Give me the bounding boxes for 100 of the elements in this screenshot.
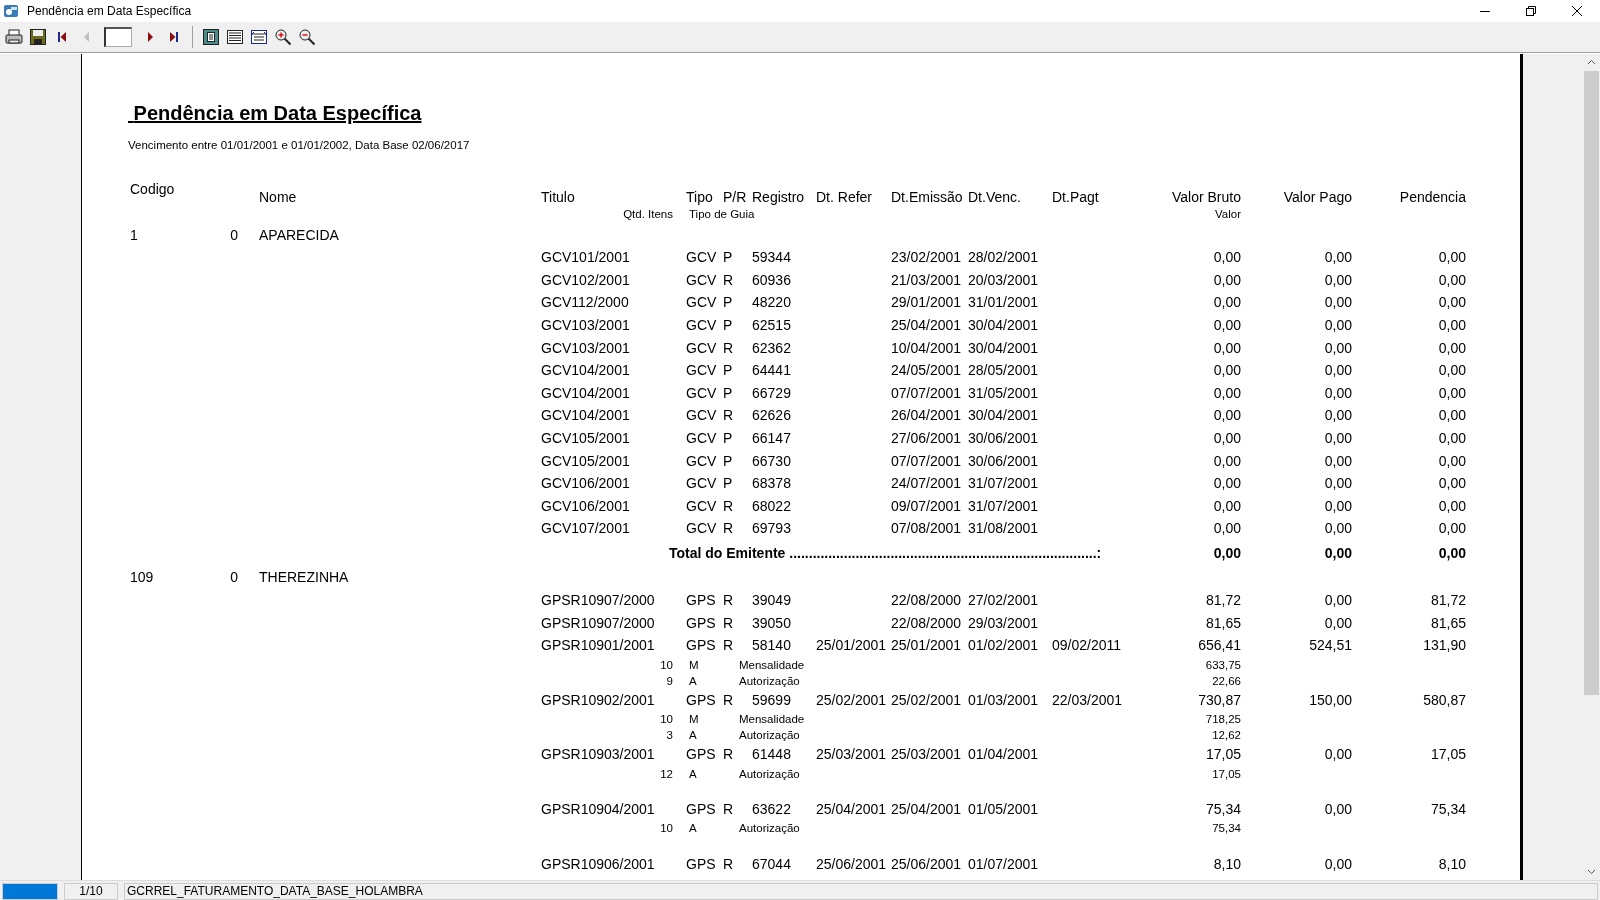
table-cell-text: P <box>723 317 734 334</box>
table-cell-text: 0,00 <box>1437 520 1466 537</box>
column-header: Valor Pago <box>1282 189 1352 205</box>
table-cell-text: 66147 <box>752 430 792 447</box>
table-cell-text: 07/07/2001 <box>891 384 963 401</box>
printer-icon <box>5 28 23 46</box>
table-cell-text: 31/07/2001 <box>968 475 1040 492</box>
table-cell-text: 0,00 <box>1212 294 1241 311</box>
table-cell-text: 3 <box>665 729 673 742</box>
table-cell-text: 31/08/2001 <box>968 520 1040 537</box>
table-cell-text: 63622 <box>752 801 792 817</box>
table-cell-text: 58140 <box>752 637 792 654</box>
table-cell-text: 109 <box>130 569 155 586</box>
table-cell-text: 27/02/2001 <box>968 592 1040 608</box>
table-cell-text: GCV101/2001 <box>541 249 631 266</box>
table-cell-text: GPS <box>686 637 717 654</box>
table-cell-text: 01/03/2001 <box>968 691 1040 708</box>
table-cell-text: 0,00 <box>1437 544 1466 561</box>
table-cell-text: GCV <box>686 520 718 537</box>
table-cell-text: GCV <box>686 317 718 334</box>
column-header: P/R <box>723 189 748 205</box>
table-cell-text: 0,00 <box>1437 384 1466 401</box>
table-cell-text: 75,34 <box>1429 801 1466 817</box>
table-cell-text: 25/04/2001 <box>891 801 963 817</box>
table-cell-text: Autorização <box>739 767 801 780</box>
table-cell-text: 17,05 <box>1204 746 1241 763</box>
column-header: Tipo <box>686 189 714 205</box>
table-cell-text: GCV <box>686 271 718 288</box>
save-button[interactable] <box>28 26 48 48</box>
table-cell-text: 0,00 <box>1323 592 1352 608</box>
table-cell-text: M <box>688 658 700 671</box>
report-name: GCRREL_FATURAMENTO_DATA_BASE_HOLAMBRA <box>124 883 1598 900</box>
table-cell-text: 0,00 <box>1437 430 1466 447</box>
table-cell-text: 39049 <box>752 592 792 608</box>
table-cell-text: 20/03/2001 <box>968 271 1040 288</box>
table-cell-text: 61448 <box>752 746 792 763</box>
scrollbar-thumb[interactable] <box>1584 71 1599 695</box>
table-cell-text: 0,00 <box>1323 294 1352 311</box>
table-cell-text: 01/04/2001 <box>968 746 1040 763</box>
table-cell-text: R <box>723 801 735 817</box>
table-cell-text: P <box>723 475 734 492</box>
table-cell-text: 0,00 <box>1212 430 1241 447</box>
table-cell-text: R <box>723 691 735 708</box>
table-cell-text: 62515 <box>752 317 792 334</box>
lines-icon <box>226 28 244 46</box>
table-cell-text: GCV <box>686 452 718 469</box>
single-page-button[interactable] <box>201 26 221 48</box>
table-cell-text: 30/04/2001 <box>968 317 1040 334</box>
table-cell-text: GCV <box>686 249 718 266</box>
table-cell-text: A <box>688 674 698 687</box>
table-cell: THEREZINHA <box>259 569 349 586</box>
table-cell-text: R <box>723 497 735 514</box>
table-cell-text: GCV104/2001 <box>541 384 631 401</box>
table-cell-text: 75,34 <box>1204 801 1241 817</box>
table-cell-text: 25/03/2001 <box>816 746 888 763</box>
table-cell-text: 730,87 <box>1197 691 1241 708</box>
table-cell-text: 0,00 <box>1212 249 1241 266</box>
column-header: Pendencia <box>1398 189 1466 205</box>
table-cell-text: 0,00 <box>1212 407 1241 424</box>
table-cell-text: R <box>723 271 735 288</box>
table-cell-text: 75,34 <box>1211 822 1241 835</box>
table-cell-text: 0,00 <box>1323 362 1352 379</box>
table-cell-text: 69793 <box>752 520 792 537</box>
table-cell-text: 62362 <box>752 339 792 356</box>
table-cell-text: GCV <box>686 475 718 492</box>
table-cell-text: 0,00 <box>1212 339 1241 356</box>
table-cell-text: 10/04/2001 <box>891 339 963 356</box>
table-cell-text: GPSR10902/2001 <box>541 691 656 708</box>
table-cell-text: 0,00 <box>1437 249 1466 266</box>
table-cell-text: 30/06/2001 <box>968 430 1040 447</box>
table-cell-text: 8,10 <box>1437 855 1466 872</box>
table-cell-text: 30/04/2001 <box>968 407 1040 424</box>
table-cell-text: 0,00 <box>1323 452 1352 469</box>
total-label: Total do Emitente ...............................................................................: <box>669 544 1102 561</box>
table-cell-text: 0,00 <box>1212 271 1241 288</box>
table-cell-text: A <box>688 729 698 742</box>
table-cell-text: GPS <box>686 746 717 763</box>
table-cell-text: 22/03/2001 <box>1052 691 1124 708</box>
table-cell-text: 64441 <box>752 362 792 379</box>
previous-page-icon <box>83 32 89 42</box>
table-cell-text: GPS <box>686 614 717 631</box>
table-cell-text: GCV <box>686 362 718 379</box>
table-cell-text: 25/01/2001 <box>891 637 963 654</box>
table-cell-text: 0,00 <box>1323 801 1352 817</box>
table-cell-text: R <box>723 614 735 631</box>
page-number-field[interactable] <box>104 27 132 47</box>
table-cell-text: 633,75 <box>1204 658 1241 671</box>
single-page-icon <box>202 28 220 46</box>
table-cell-text: 25/04/2001 <box>891 317 963 334</box>
app-icon <box>3 3 19 19</box>
zoom-in-button[interactable] <box>273 26 293 48</box>
table-cell-text: 39050 <box>752 614 792 631</box>
column-header: Dt. Refer <box>816 189 873 205</box>
table-cell-text: R <box>723 407 735 424</box>
table-cell-text: GCV102/2001 <box>541 271 631 288</box>
table-cell-text: 0,00 <box>1323 249 1352 266</box>
table-cell-text: 0,00 <box>1437 339 1466 356</box>
table-cell-text: 0,00 <box>1323 855 1352 872</box>
table-cell-text: 81,72 <box>1429 592 1466 608</box>
zoom-out-button[interactable] <box>297 26 317 48</box>
